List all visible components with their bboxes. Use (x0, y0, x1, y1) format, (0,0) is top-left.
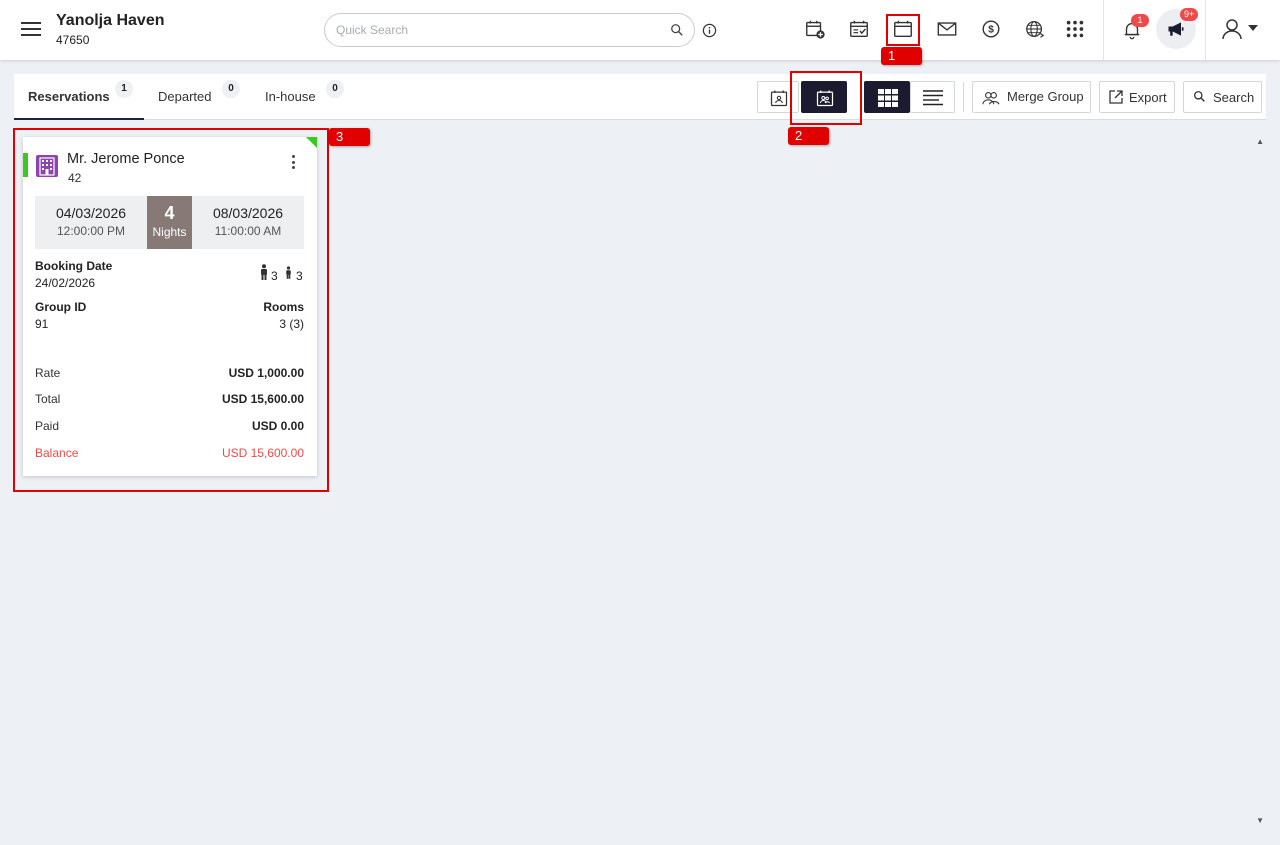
group-id: 91 (35, 317, 49, 331)
status-indicator (23, 153, 28, 177)
search-label: Search (1213, 90, 1255, 105)
svg-text:$: $ (988, 25, 994, 36)
dollar-icon[interactable]: $ (980, 18, 1002, 40)
booking-date-label: Booking Date (35, 259, 113, 273)
children-count: 3 (296, 269, 303, 283)
arrival: 04/03/2026 12:00:00 PM (35, 205, 147, 238)
total-value: USD 15,600.00 (221, 392, 304, 406)
annotation-label-3: 3 (329, 128, 370, 146)
nights-label: Nights (152, 225, 187, 239)
mail-icon[interactable] (936, 18, 958, 40)
merge-group-label: Merge Group (1007, 89, 1084, 104)
calendar-check-icon[interactable] (848, 18, 870, 40)
scroll-down-arrow[interactable]: ▼ (1256, 816, 1264, 825)
annotation-label-2: 2 (788, 127, 829, 145)
export-label: Export (1129, 90, 1167, 105)
rate-label: Rate (35, 366, 61, 380)
group-view-button[interactable] (801, 81, 847, 113)
announcement-badge: 9+ (1180, 8, 1199, 21)
annotation-label-1: 1 (881, 47, 922, 65)
paid-value: USD 0.00 (251, 419, 304, 433)
quick-search-input[interactable] (336, 21, 656, 39)
merge-group-button[interactable]: Merge Group (972, 81, 1091, 113)
list-icon (923, 90, 943, 106)
adult-icon (261, 264, 267, 280)
tab-reservations[interactable]: Reservations 1 (14, 74, 144, 120)
arrival-date: 04/03/2026 (55, 205, 127, 221)
balance-value: USD 15,600.00 (221, 446, 304, 460)
notification-badge: 1 (1131, 14, 1149, 27)
arrival-time: 12:00:00 PM (56, 224, 126, 238)
user-icon (1222, 19, 1242, 40)
search-button[interactable]: Search (1183, 81, 1262, 113)
departure-date: 08/03/2026 (212, 205, 284, 221)
scroll-up-arrow[interactable]: ▲ (1256, 137, 1264, 146)
header-divider (1205, 0, 1206, 60)
calendar-add-icon[interactable] (804, 18, 826, 40)
calendar-group-icon (816, 90, 834, 107)
reservation-toolbar: Reservations 1 Departed 0 In-house 0 Mer… (14, 74, 1266, 120)
hotel-id: 47650 (56, 33, 90, 47)
tab-count: 0 (326, 80, 344, 98)
departure: 08/03/2026 11:00:00 AM (192, 205, 304, 238)
grid-view-button[interactable] (864, 81, 910, 113)
guest-name[interactable]: Mr. Jerome Ponce (67, 151, 185, 167)
tab-count: 0 (222, 80, 240, 98)
total-label: Total (35, 392, 61, 406)
nights-count: 4 (164, 203, 175, 223)
hotel-name: Yanolja Haven (56, 12, 165, 29)
users-icon (982, 92, 1000, 105)
tab-departed[interactable]: Departed 0 (144, 74, 244, 120)
balance-label: Balance (35, 446, 79, 460)
quick-search-box (324, 13, 695, 47)
tab-label: Departed (158, 89, 212, 104)
child-icon (286, 266, 291, 279)
list-view-button[interactable] (910, 81, 955, 113)
paid-label: Paid (35, 419, 60, 433)
rooms-value: 3 (3) (279, 317, 304, 331)
top-bar: Yanolja Haven 47650 $ 1 9+ (0, 0, 1280, 60)
rate-value: USD 1,000.00 (228, 366, 304, 380)
user-menu[interactable] (1220, 17, 1260, 40)
calendar-person-icon (770, 90, 788, 107)
guest-id: 42 (68, 171, 82, 185)
apps-grid-icon[interactable] (1064, 18, 1086, 40)
tab-in-house[interactable]: In-house 0 (251, 74, 351, 120)
adults-count: 3 (271, 269, 278, 283)
calendar-icon[interactable] (892, 18, 914, 40)
megaphone-icon (1168, 22, 1184, 36)
toolbar-divider (963, 82, 964, 112)
export-button[interactable]: Export (1099, 81, 1175, 113)
arrival-view-button[interactable] (757, 81, 799, 113)
info-icon[interactable] (702, 23, 717, 38)
building-icon (36, 155, 58, 177)
tab-count: 1 (115, 80, 133, 98)
nights-box: 4 Nights (147, 196, 192, 249)
header-divider (1103, 0, 1104, 60)
search-icon[interactable] (670, 23, 684, 37)
chevron-down-icon (1248, 25, 1258, 31)
tab-label: Reservations (28, 89, 110, 104)
more-options-icon[interactable] (289, 153, 299, 171)
status-corner (306, 137, 317, 148)
stay-dates: 04/03/2026 12:00:00 PM 4 Nights 08/03/20… (35, 196, 304, 249)
group-id-label: Group ID (35, 300, 87, 314)
tab-label: In-house (265, 89, 316, 104)
reservation-card[interactable]: Mr. Jerome Ponce 42 04/03/2026 12:00:00 … (23, 137, 317, 476)
grid-icon (878, 89, 898, 107)
menu-icon[interactable] (21, 20, 41, 36)
departure-time: 11:00:00 AM (214, 224, 282, 238)
export-icon (1109, 90, 1123, 104)
globe-icon[interactable] (1024, 18, 1046, 40)
search-icon (1193, 90, 1205, 102)
booking-date: 24/02/2026 (35, 276, 96, 290)
rooms-label: Rooms (263, 300, 304, 314)
